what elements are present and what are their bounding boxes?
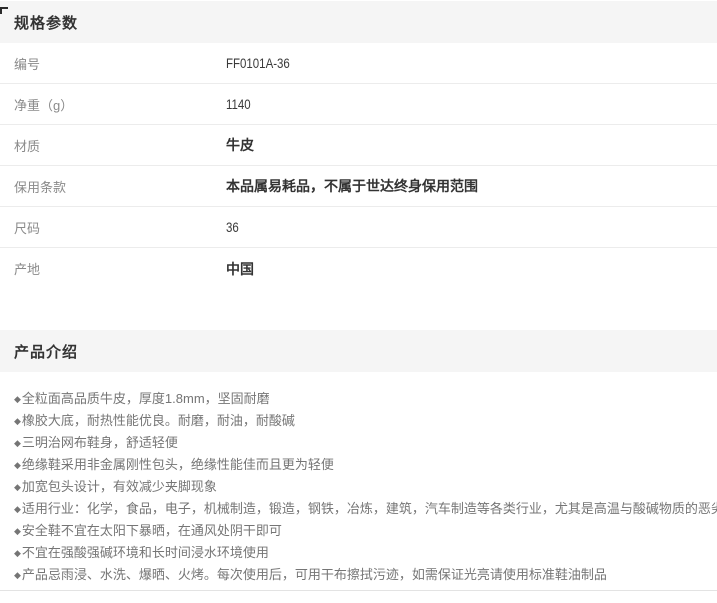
table-row: 净重（g） 1140 xyxy=(0,84,717,125)
top-left-corner-mark xyxy=(0,7,8,9)
diamond-bullet-icon: ◆ xyxy=(14,570,21,580)
list-item: ◆适用行业：化学，食品，电子，机械制造，锻造，钢铁，冶炼，建筑，汽车制造等各类行… xyxy=(14,498,707,520)
list-item: ◆安全鞋不宜在太阳下暴晒，在通风处阴干即可 xyxy=(14,520,707,542)
intro-bullet-list: ◆全粒面高品质牛皮，厚度1.8mm，坚固耐磨 ◆橡胶大底，耐热性能优良。耐磨，耐… xyxy=(0,372,717,586)
bullet-text: 加宽包头设计，有效减少夹脚现象 xyxy=(22,479,217,494)
intro-section-header: 产品介绍 xyxy=(0,330,717,372)
diamond-bullet-icon: ◆ xyxy=(14,438,21,448)
spec-label: 尺码 xyxy=(0,218,226,237)
diamond-bullet-icon: ◆ xyxy=(14,416,21,426)
list-item: ◆橡胶大底，耐热性能优良。耐磨，耐油，耐酸碱 xyxy=(14,410,707,432)
bullet-text: 橡胶大底，耐热性能优良。耐磨，耐油，耐酸碱 xyxy=(22,413,295,428)
table-row: 保用条款 本品属易耗品，不属于世达终身保用范围 xyxy=(0,166,717,207)
list-item: ◆不宜在强酸强碱环境和长时间浸水环境使用 xyxy=(14,542,707,564)
spec-value: 本品属易耗品，不属于世达终身保用范围 xyxy=(226,176,478,196)
bullet-text: 全粒面高品质牛皮，厚度1.8mm，坚固耐磨 xyxy=(22,391,270,406)
diamond-bullet-icon: ◆ xyxy=(14,394,21,404)
bullet-text: 绝缘鞋采用非金属刚性包头，绝缘性能佳而且更为轻便 xyxy=(22,457,334,472)
diamond-bullet-icon: ◆ xyxy=(14,548,21,558)
list-item: ◆全粒面高品质牛皮，厚度1.8mm，坚固耐磨 xyxy=(14,388,707,410)
list-item: ◆三明治网布鞋身，舒适轻便 xyxy=(14,432,707,454)
spec-label: 产地 xyxy=(0,259,226,278)
spec-value: 中国 xyxy=(226,259,254,279)
list-item: ◆加宽包头设计，有效减少夹脚现象 xyxy=(14,476,707,498)
spec-value: 1140 xyxy=(226,96,251,112)
intro-section-title: 产品介绍 xyxy=(14,341,78,362)
diamond-bullet-icon: ◆ xyxy=(14,460,21,470)
spec-value: FF0101A-36 xyxy=(226,55,290,71)
table-row: 尺码 36 xyxy=(0,207,717,248)
spec-value: 36 xyxy=(226,219,239,235)
list-item: ◆产品忌雨浸、水洗、爆晒、火烤。每次使用后，可用干布擦拭污迹，如需保证光亮请使用… xyxy=(14,564,707,586)
table-row: 产地 中国 xyxy=(0,248,717,289)
section-gap xyxy=(0,289,717,329)
spec-section-header: 规格参数 xyxy=(0,1,717,43)
bottom-divider xyxy=(0,590,717,591)
bullet-text: 产品忌雨浸、水洗、爆晒、火烤。每次使用后，可用干布擦拭污迹，如需保证光亮请使用标… xyxy=(22,567,607,582)
bullet-text: 适用行业：化学，食品，电子，机械制造，锻造，钢铁，冶炼，建筑，汽车制造等各类行业… xyxy=(22,501,717,516)
spec-table: 编号 FF0101A-36 净重（g） 1140 材质 牛皮 保用条款 本品属易… xyxy=(0,43,717,289)
spec-label: 编号 xyxy=(0,54,226,73)
bullet-text: 安全鞋不宜在太阳下暴晒，在通风处阴干即可 xyxy=(22,523,282,538)
spec-value: 牛皮 xyxy=(226,135,254,155)
product-spec-page: 规格参数 编号 FF0101A-36 净重（g） 1140 材质 牛皮 保用条款… xyxy=(0,1,717,591)
bullet-text: 不宜在强酸强碱环境和长时间浸水环境使用 xyxy=(22,545,269,560)
diamond-bullet-icon: ◆ xyxy=(14,482,21,492)
spec-label: 材质 xyxy=(0,136,226,155)
spec-label: 保用条款 xyxy=(0,177,226,196)
table-row: 材质 牛皮 xyxy=(0,125,717,166)
diamond-bullet-icon: ◆ xyxy=(14,526,21,536)
diamond-bullet-icon: ◆ xyxy=(14,504,21,514)
table-row: 编号 FF0101A-36 xyxy=(0,43,717,84)
spec-section-title: 规格参数 xyxy=(14,12,78,33)
list-item: ◆绝缘鞋采用非金属刚性包头，绝缘性能佳而且更为轻便 xyxy=(14,454,707,476)
spec-label: 净重（g） xyxy=(0,95,226,114)
bullet-text: 三明治网布鞋身，舒适轻便 xyxy=(22,435,178,450)
